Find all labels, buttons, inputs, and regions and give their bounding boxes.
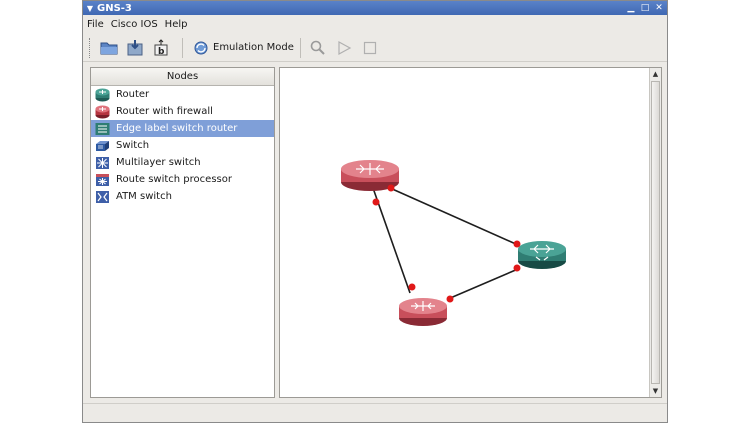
scroll-down-icon[interactable]: ▼: [650, 385, 661, 397]
node-item-router-with-firewall[interactable]: Router with firewall: [91, 103, 274, 120]
stop-button[interactable]: [359, 37, 381, 59]
node-label: Switch: [116, 140, 150, 151]
node-label: Router: [116, 89, 150, 100]
router-node-2[interactable]: [399, 298, 447, 326]
link-router2-atm-switch[interactable]: [447, 268, 519, 300]
topology-graph: [341, 160, 566, 326]
window-title: GNS-3: [97, 2, 132, 14]
menu-cisco-ios[interactable]: Cisco IOS: [111, 19, 158, 30]
export-icon: b: [154, 38, 168, 57]
export-button[interactable]: b: [150, 37, 172, 59]
node-label: Multilayer switch: [116, 157, 201, 168]
topology-canvas[interactable]: ▲ ▼: [279, 67, 662, 398]
router-firewall-icon: [94, 104, 110, 119]
node-label: Route switch processor: [116, 174, 232, 185]
node-label: Edge label switch router: [116, 123, 238, 134]
route-switch-processor-icon: [94, 172, 110, 187]
node-label: Router with firewall: [116, 106, 213, 117]
vertical-scrollbar[interactable]: ▲ ▼: [649, 68, 661, 397]
switch-icon: [94, 138, 110, 153]
play-icon: [338, 40, 352, 55]
node-item-multilayer-switch[interactable]: Multilayer switch: [91, 154, 274, 171]
link-endpoint: [387, 184, 395, 192]
title-bar: ▼ GNS-3 ▁ □ ✕: [83, 1, 667, 15]
multilayer-switch-icon: [94, 155, 110, 170]
start-button[interactable]: [333, 37, 355, 59]
node-item-edge-label-switch-router[interactable]: Edge label switch router: [91, 120, 274, 137]
node-item-switch[interactable]: Switch: [91, 137, 274, 154]
emulation-mode-button[interactable]: Emulation Mode: [193, 40, 294, 56]
edge-label-switch-router-icon: [94, 121, 110, 136]
link-endpoint: [513, 240, 521, 248]
toolbar: b Emulation Mode: [83, 34, 667, 62]
svg-text:b: b: [158, 47, 165, 57]
router-icon: [94, 87, 110, 102]
link-router1-atm-switch[interactable]: [389, 187, 519, 246]
menu-bar: File Cisco IOS Help: [83, 16, 667, 33]
toolbar-grip[interactable]: [89, 37, 92, 58]
link-endpoint: [513, 264, 521, 272]
scroll-thumb[interactable]: [651, 81, 660, 384]
nodes-panel: Nodes Router Router with firewall Edge l…: [90, 67, 275, 398]
atm-switch-icon: [94, 189, 110, 204]
link-endpoint: [372, 198, 380, 206]
node-item-router[interactable]: Router: [91, 86, 274, 103]
node-item-atm-switch[interactable]: ATM switch: [91, 188, 274, 205]
magnifier-icon: [310, 40, 325, 55]
stop-icon: [363, 41, 376, 54]
save-button[interactable]: [124, 37, 146, 59]
scroll-up-icon[interactable]: ▲: [650, 68, 661, 80]
menu-help[interactable]: Help: [165, 19, 188, 30]
window-menu-icon[interactable]: ▼: [83, 4, 97, 13]
status-bar: [83, 403, 667, 422]
toolbar-separator: [299, 37, 301, 58]
minimize-icon[interactable]: ▁: [625, 3, 637, 14]
capture-button[interactable]: [307, 37, 329, 59]
link-endpoint: [446, 295, 454, 303]
menu-file[interactable]: File: [87, 19, 104, 30]
link-endpoint: [408, 283, 416, 291]
node-item-route-switch-processor[interactable]: Route switch processor: [91, 171, 274, 188]
open-button[interactable]: [98, 37, 120, 59]
atm-switch-node[interactable]: [518, 241, 566, 269]
close-icon[interactable]: ✕: [653, 3, 665, 14]
save-icon: [127, 39, 143, 55]
emulation-mode-label: Emulation Mode: [213, 42, 294, 53]
nodes-header: Nodes: [91, 68, 274, 86]
folder-open-icon: [100, 42, 118, 54]
refresh-icon: [194, 41, 208, 54]
node-label: ATM switch: [116, 191, 172, 202]
toolbar-separator: [182, 37, 183, 58]
maximize-icon[interactable]: □: [639, 3, 651, 14]
gns3-window: ▼ GNS-3 ▁ □ ✕ File Cisco IOS Help b Emul…: [82, 0, 668, 423]
